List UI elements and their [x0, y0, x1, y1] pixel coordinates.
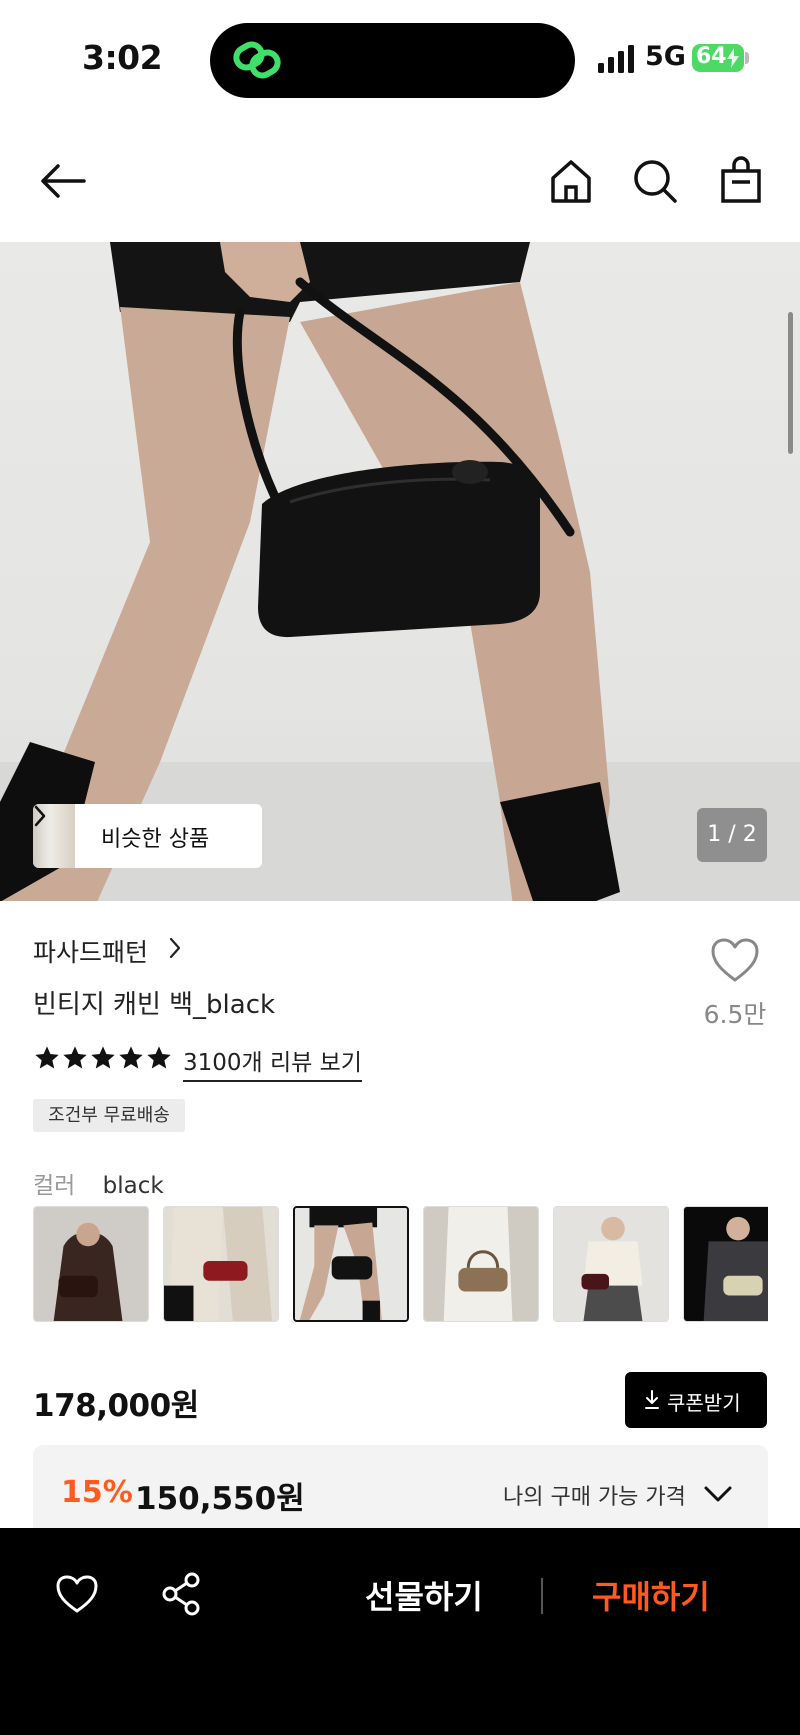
- similar-products-label: 비슷한 상품: [101, 827, 210, 852]
- divider: [541, 1578, 543, 1614]
- coupon-button[interactable]: 쿠폰받기: [625, 1372, 767, 1428]
- charging-bolt-icon: [727, 48, 739, 68]
- share-icon[interactable]: [160, 1571, 202, 1617]
- status-time: 3:02: [82, 38, 163, 77]
- battery-cap: [745, 52, 749, 64]
- shipping-badge: 조건부 무료배송: [33, 1099, 185, 1132]
- star-icon: [119, 1046, 143, 1069]
- product-price: 178,000원: [33, 1388, 199, 1424]
- like-count: 6.5만: [703, 1000, 767, 1029]
- discount-note: 나의 구매 가능 가격: [503, 1485, 686, 1510]
- color-thumbnail-dark-brown[interactable]: [33, 1206, 149, 1322]
- color-value: black: [102, 1173, 164, 1199]
- color-thumbnail-black[interactable]: [293, 1206, 409, 1322]
- color-label: 컬러: [33, 1173, 76, 1199]
- thumbnail-photo: [684, 1207, 768, 1321]
- similar-products-button[interactable]: 비슷한 상품: [33, 804, 262, 868]
- signal-icon: [598, 45, 634, 73]
- dynamic-island: [210, 23, 575, 98]
- like-button[interactable]: 6.5만: [700, 937, 770, 1029]
- discount-price: 150,550원: [135, 1481, 305, 1517]
- thumbnail-photo: [424, 1207, 538, 1321]
- rating-stars: [33, 1044, 173, 1072]
- battery-icon: 64: [692, 44, 744, 72]
- bottom-action-bar: 선물하기 구매하기: [0, 1528, 800, 1735]
- arrow-left-icon[interactable]: [38, 156, 88, 206]
- product-title: 빈티지 캐빈 백_black: [33, 990, 276, 1020]
- color-thumbnail-red[interactable]: [163, 1206, 279, 1322]
- buy-button[interactable]: 구매하기: [592, 1572, 710, 1618]
- star-icon: [63, 1046, 87, 1069]
- star-icon: [91, 1046, 115, 1069]
- heart-icon[interactable]: [55, 1574, 99, 1614]
- top-navigation: [0, 120, 800, 242]
- battery-level: 64: [696, 44, 727, 69]
- brand-link[interactable]: 파사드패턴: [33, 933, 148, 969]
- color-thumbnail-list: [33, 1206, 768, 1322]
- color-thumbnail-burgundy[interactable]: [553, 1206, 669, 1322]
- status-bar: 3:02 5G 64: [0, 0, 800, 120]
- chevron-down-icon: [704, 1486, 732, 1502]
- thumbnail-photo: [34, 1207, 148, 1321]
- download-icon: [645, 1390, 659, 1409]
- thumbnail-photo: [295, 1208, 407, 1320]
- product-photo: [0, 242, 800, 901]
- star-icon: [147, 1046, 171, 1069]
- star-icon: [35, 1046, 59, 1069]
- home-icon[interactable]: [546, 156, 596, 206]
- thumbnail-photo: [164, 1207, 278, 1321]
- network-type: 5G: [645, 41, 686, 72]
- discount-price-panel[interactable]: 15% 150,550원 나의 구매 가능 가격: [33, 1445, 768, 1535]
- coupon-label: 쿠폰받기: [667, 1391, 741, 1415]
- color-option-row: 컬러 black: [33, 1166, 164, 1200]
- chevron-right-icon: [34, 805, 46, 827]
- shopping-bag-icon[interactable]: [716, 156, 766, 206]
- gift-button[interactable]: 선물하기: [365, 1572, 483, 1618]
- thumbnail-photo: [554, 1207, 668, 1321]
- image-page-indicator: 1 / 2: [697, 808, 767, 862]
- link-icon: [233, 41, 281, 79]
- scrollbar[interactable]: [788, 312, 793, 454]
- heart-icon: [711, 938, 759, 982]
- color-thumbnail-beige[interactable]: [423, 1206, 539, 1322]
- discount-percent: 15%: [61, 1475, 133, 1510]
- chevron-right-icon: [169, 937, 181, 959]
- review-link[interactable]: 3100개 리뷰 보기: [183, 1043, 362, 1082]
- product-image-carousel[interactable]: 비슷한 상품 1 / 2: [0, 242, 800, 901]
- color-thumbnail-cream[interactable]: [683, 1206, 768, 1322]
- search-icon[interactable]: [630, 156, 680, 206]
